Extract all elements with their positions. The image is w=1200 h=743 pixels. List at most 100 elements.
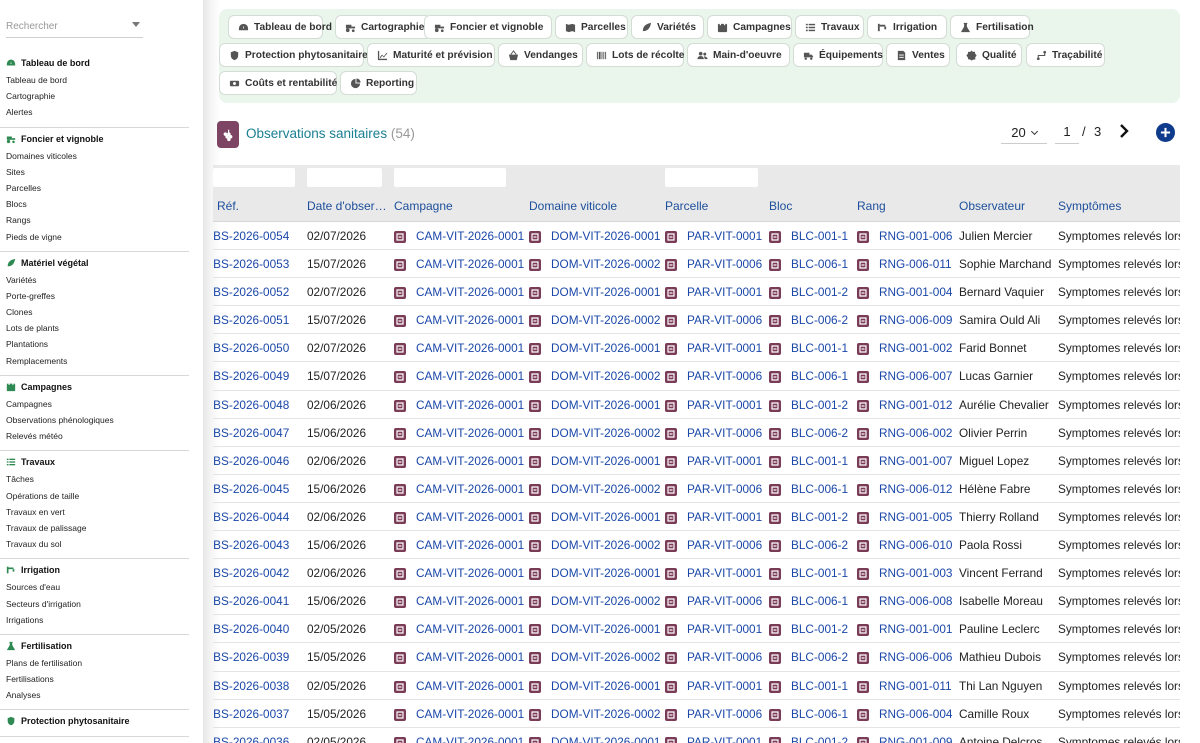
sidebar-item[interactable]: Sites — [0, 164, 189, 180]
table-cell[interactable]: PAR-VIT-0001 — [687, 735, 762, 743]
table-cell[interactable]: RNG-001-012 — [879, 398, 952, 412]
table-cell[interactable]: RNG-001-003 — [879, 566, 952, 580]
open-record-icon[interactable] — [394, 371, 406, 384]
open-record-icon[interactable] — [394, 287, 406, 300]
table-cell[interactable]: BLC-006-2 — [791, 313, 848, 327]
table-cell[interactable]: BLC-006-2 — [791, 650, 848, 664]
open-record-icon[interactable] — [769, 231, 781, 243]
table-cell[interactable]: RNG-001-007 — [879, 454, 952, 468]
table-row[interactable]: OBS-2026-0045 15/06/2026 CAM-VIT-2026-0001… — [213, 475, 1180, 503]
table-cell[interactable]: BLC-006-1 — [791, 369, 848, 383]
table-cell[interactable]: PAR-VIT-0001 — [687, 679, 762, 693]
filter-date[interactable] — [307, 168, 382, 187]
open-record-icon[interactable] — [665, 540, 677, 553]
table-cell[interactable]: DOM-VIT-2026-0001 — [551, 229, 661, 243]
open-record-icon[interactable] — [769, 652, 781, 665]
table-cell[interactable]: OBS-2026-0040 — [213, 622, 289, 636]
table-cell[interactable]: PAR-VIT-0006 — [687, 369, 762, 383]
open-record-icon[interactable] — [857, 483, 869, 496]
table-row[interactable]: OBS-2026-0049 15/07/2026 CAM-VIT-2026-0001… — [213, 362, 1180, 391]
sidebar-group-title[interactable]: Matériel végétal — [0, 256, 189, 270]
table-cell[interactable]: PAR-VIT-0001 — [687, 229, 762, 243]
table-cell[interactable]: RNG-001-004 — [879, 285, 952, 299]
table-cell[interactable]: OBS-2026-0037 — [213, 707, 289, 721]
open-record-icon[interactable] — [857, 231, 869, 243]
nav-button[interactable]: Travaux — [795, 15, 864, 39]
table-cell[interactable]: OBS-2026-0050 — [213, 341, 289, 355]
add-record-button[interactable] — [1156, 123, 1175, 142]
search-input[interactable] — [6, 16, 126, 37]
column-header[interactable]: Observateur — [959, 199, 1025, 213]
open-record-icon[interactable] — [529, 736, 541, 743]
sidebar-item[interactable]: Travaux en vert — [0, 504, 189, 520]
sidebar-item[interactable]: Rangs — [0, 212, 189, 228]
sidebar-item[interactable]: Cartographie — [0, 88, 189, 104]
table-cell[interactable]: PAR-VIT-0001 — [687, 622, 762, 636]
open-record-icon[interactable] — [394, 540, 406, 553]
open-record-icon[interactable] — [394, 259, 406, 272]
table-cell[interactable]: DOM-VIT-2026-0002 — [551, 482, 661, 496]
table-cell[interactable]: BLC-006-1 — [791, 482, 848, 496]
open-record-icon[interactable] — [857, 371, 869, 384]
nav-button[interactable]: Équipements — [793, 43, 883, 67]
open-record-icon[interactable] — [665, 371, 677, 384]
table-cell[interactable]: BLC-001-2 — [791, 510, 848, 524]
open-record-icon[interactable] — [857, 455, 869, 468]
open-record-icon[interactable] — [665, 343, 677, 356]
table-cell[interactable]: PAR-VIT-0001 — [687, 566, 762, 580]
open-record-icon[interactable] — [394, 736, 406, 743]
table-row[interactable]: OBS-2026-0042 02/06/2026 CAM-VIT-2026-0001… — [213, 559, 1180, 588]
open-record-icon[interactable] — [665, 483, 677, 496]
table-cell[interactable]: PAR-VIT-0006 — [687, 257, 762, 271]
sidebar-item[interactable]: Travaux du sol — [0, 536, 189, 552]
open-record-icon[interactable] — [394, 231, 406, 243]
table-cell[interactable]: CAM-VIT-2026-0001 — [416, 398, 524, 412]
open-record-icon[interactable] — [394, 624, 406, 637]
table-cell[interactable]: CAM-VIT-2026-0001 — [416, 566, 524, 580]
table-cell[interactable]: DOM-VIT-2026-0001 — [551, 341, 661, 355]
sidebar-item[interactable]: Relevés météo — [0, 428, 189, 444]
table-cell[interactable]: BLC-006-1 — [791, 257, 848, 271]
open-record-icon[interactable] — [769, 455, 781, 468]
open-record-icon[interactable] — [394, 455, 406, 468]
open-record-icon[interactable] — [665, 568, 677, 581]
table-row[interactable]: OBS-2026-0040 02/05/2026 CAM-VIT-2026-0001… — [213, 615, 1180, 644]
open-record-icon[interactable] — [857, 680, 869, 693]
nav-button[interactable]: Variétés — [631, 15, 704, 39]
open-record-icon[interactable] — [857, 596, 869, 609]
table-cell[interactable]: DOM-VIT-2026-0001 — [551, 510, 661, 524]
open-record-icon[interactable] — [857, 343, 869, 356]
nav-button[interactable]: Foncier et vignoble — [424, 15, 552, 39]
open-record-icon[interactable] — [665, 455, 677, 468]
table-cell[interactable]: OBS-2026-0048 — [213, 398, 289, 412]
table-cell[interactable]: OBS-2026-0036 — [213, 735, 289, 743]
sidebar-item[interactable]: Remplacements — [0, 353, 189, 369]
open-record-icon[interactable] — [857, 315, 869, 328]
open-record-icon[interactable] — [857, 624, 869, 637]
open-record-icon[interactable] — [769, 596, 781, 609]
table-cell[interactable]: DOM-VIT-2026-0002 — [551, 369, 661, 383]
table-cell[interactable]: OBS-2026-0051 — [213, 313, 289, 327]
open-record-icon[interactable] — [665, 596, 677, 609]
table-row[interactable]: OBS-2026-0036 02/05/2026 CAM-VIT-2026-0001… — [213, 728, 1180, 743]
column-header[interactable]: Campagne — [394, 199, 453, 213]
sidebar-item[interactable]: Clones — [0, 304, 189, 320]
table-cell[interactable]: PAR-VIT-0006 — [687, 313, 762, 327]
open-record-icon[interactable] — [769, 371, 781, 384]
table-cell[interactable]: BLC-006-2 — [791, 538, 848, 552]
table-row[interactable]: OBS-2026-0038 02/05/2026 CAM-VIT-2026-0001… — [213, 672, 1180, 700]
table-cell[interactable]: OBS-2026-0045 — [213, 482, 289, 496]
table-cell[interactable]: BLC-001-1 — [791, 454, 848, 468]
open-record-icon[interactable] — [857, 287, 869, 300]
table-cell[interactable]: CAM-VIT-2026-0001 — [416, 510, 524, 524]
sidebar-group-title[interactable]: Irrigation — [0, 563, 189, 577]
open-record-icon[interactable] — [529, 652, 541, 665]
open-record-icon[interactable] — [665, 680, 677, 693]
column-header[interactable]: Symptômes — [1058, 199, 1121, 213]
next-page-button[interactable] — [1116, 123, 1132, 139]
open-record-icon[interactable] — [769, 287, 781, 300]
table-cell[interactable]: DOM-VIT-2026-0002 — [551, 707, 661, 721]
open-record-icon[interactable] — [857, 259, 869, 272]
current-page-input[interactable]: 1 — [1055, 122, 1079, 144]
table-cell[interactable]: CAM-VIT-2026-0001 — [416, 426, 524, 440]
